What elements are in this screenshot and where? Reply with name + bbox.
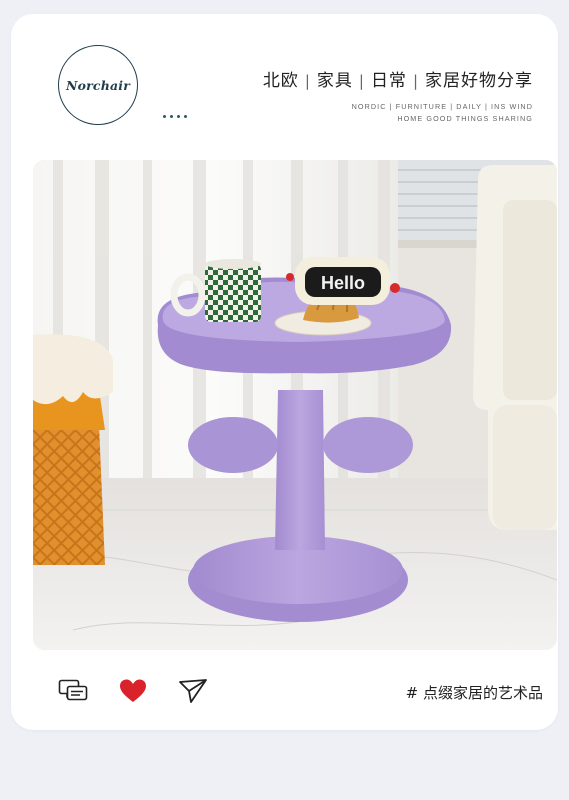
decorative-dots	[163, 115, 187, 118]
dot	[177, 115, 180, 118]
page-title: 北欧 | 家具 | 日常 | 家居好物分享	[263, 66, 533, 91]
subtitle-line: NORDIC | FURNITURE | DAILY | INS WIND	[351, 102, 533, 111]
post-caption: # 点缀家居的艺术品	[405, 684, 543, 702]
title-part: 家居好物分享	[425, 71, 533, 91]
hello-sign: Hello	[286, 257, 400, 305]
title-part: 家具	[316, 71, 353, 91]
title-part: 北欧	[262, 71, 299, 91]
title-part: 日常	[370, 71, 407, 91]
subtitle: NORDIC | FURNITURE | DAILY | INS WIND HO…	[352, 101, 533, 125]
share-icon	[178, 679, 207, 703]
product-photo: Hello	[33, 160, 557, 650]
sign-text: Hello	[321, 273, 365, 293]
product-illustration: Hello	[33, 160, 557, 650]
share-button[interactable]	[177, 677, 208, 705]
dot	[170, 115, 173, 118]
dot	[163, 115, 166, 118]
brand-logo[interactable]: Norchair	[58, 45, 138, 125]
heart-icon	[119, 679, 146, 702]
title-separator: |	[412, 72, 419, 90]
title-separator: |	[358, 72, 365, 90]
title-separator: |	[304, 72, 311, 90]
like-button[interactable]	[117, 677, 148, 705]
comment-button[interactable]	[57, 677, 88, 705]
subtitle-line: HOME GOOD THINGS SHARING	[397, 114, 533, 123]
action-bar	[57, 677, 208, 705]
comment-icon	[58, 679, 87, 701]
dot	[184, 115, 187, 118]
logo-text: Norchair	[65, 77, 131, 93]
